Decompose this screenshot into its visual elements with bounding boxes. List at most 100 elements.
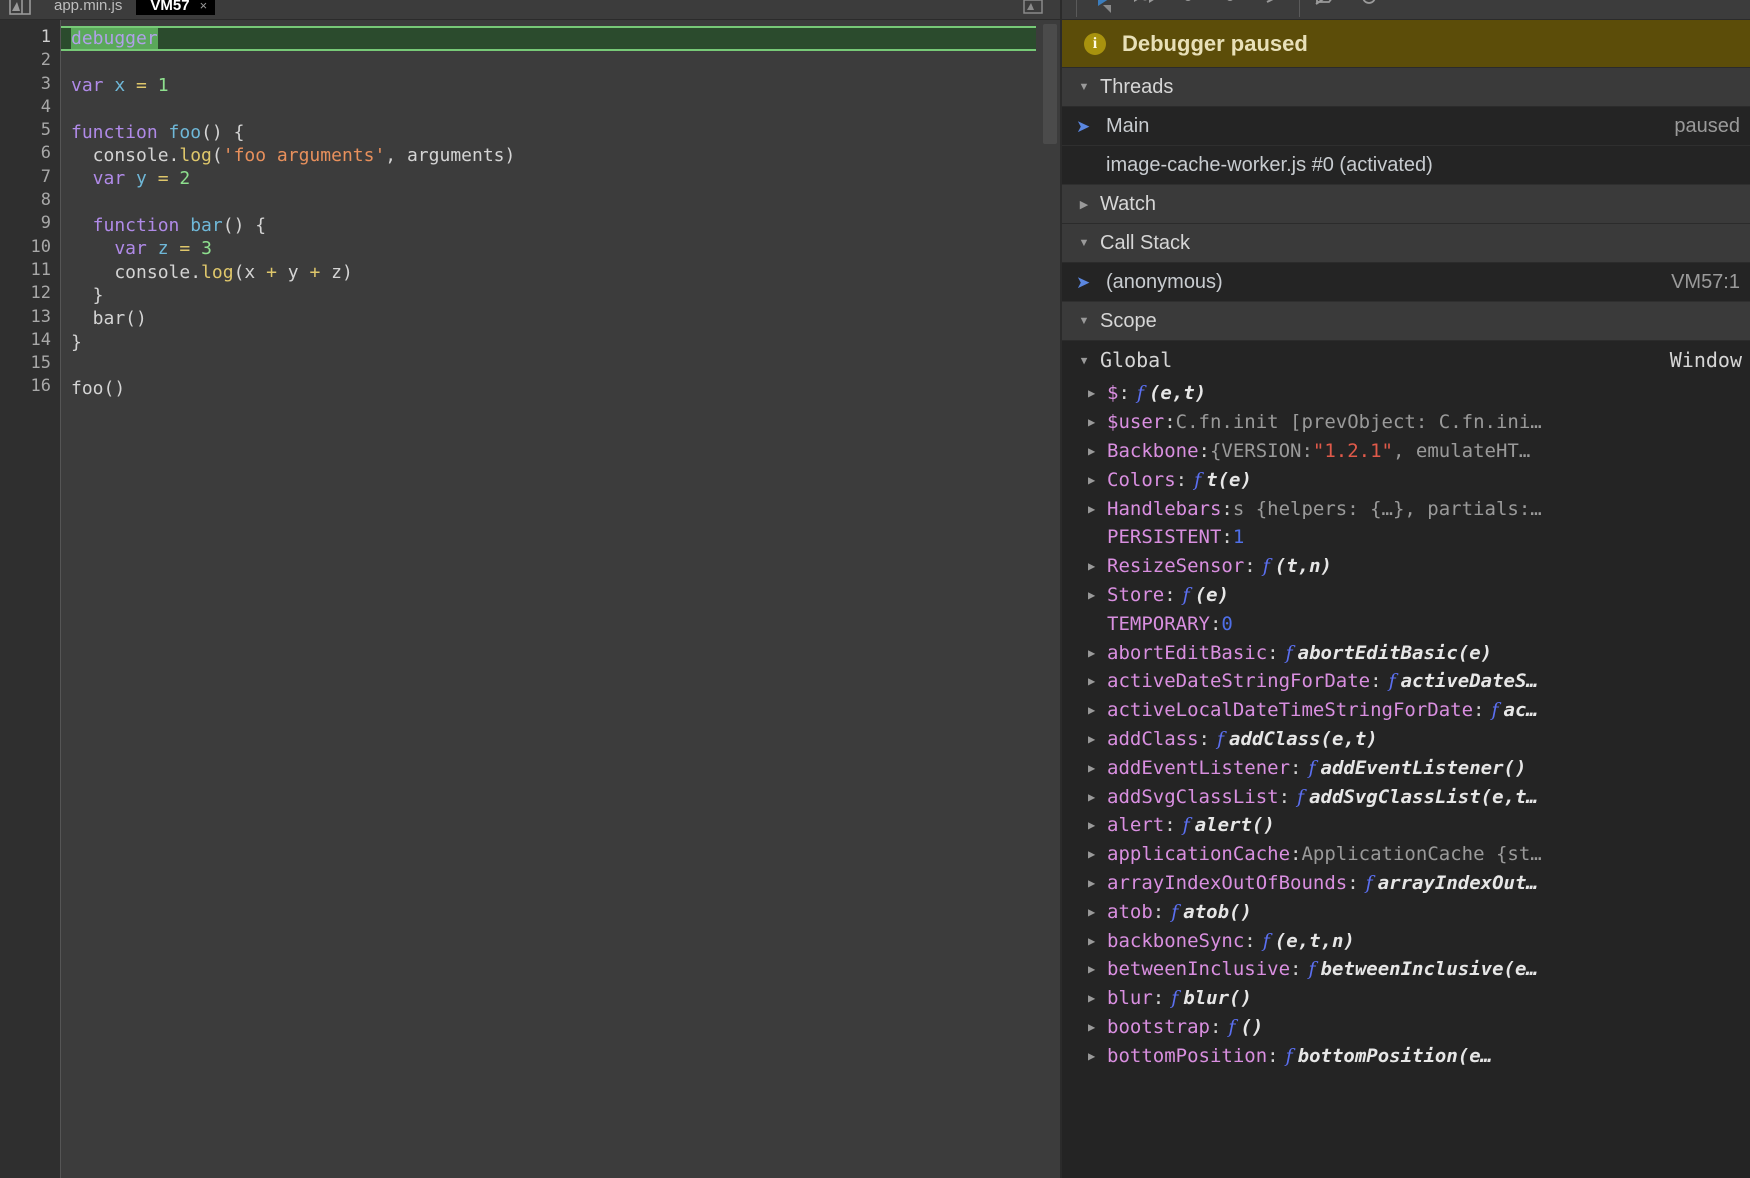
resume-script-execution-icon[interactable] (1083, 0, 1125, 13)
line-number[interactable]: 7 (0, 166, 60, 189)
tab-app-min-js[interactable]: app.min.js (40, 0, 136, 15)
section-watch[interactable]: ▶ Watch (1062, 185, 1750, 224)
panel-layout-icon[interactable] (0, 0, 40, 19)
code-line[interactable]: } (61, 331, 1060, 354)
line-number[interactable]: 4 (0, 96, 60, 119)
code-line[interactable]: bar() (61, 307, 1060, 330)
scope-property-row[interactable]: ▶activeLocalDateTimeStringForDate:fac… (1062, 696, 1750, 725)
scope-property-row[interactable]: ▶addClass:faddClass(e,t) (1062, 725, 1750, 754)
pause-on-exceptions-icon[interactable] (1348, 0, 1390, 13)
scope-property-row[interactable]: ▶Backbone: {VERSION: "1.2.1", emulateHT… (1062, 437, 1750, 466)
scope-property-row[interactable]: ▶TEMPORARY: 0 (1062, 609, 1750, 638)
deactivate-breakpoints-icon[interactable] (1306, 0, 1348, 13)
chevron-right-icon[interactable]: ▶ (1088, 819, 1102, 831)
step-icon[interactable] (1251, 0, 1293, 13)
line-number[interactable]: 2 (0, 49, 60, 72)
chevron-right-icon[interactable]: ▶ (1088, 1050, 1102, 1062)
chevron-right-icon[interactable]: ▶ (1088, 992, 1102, 1004)
line-number[interactable]: 8 (0, 189, 60, 212)
code-line[interactable]: function bar() { (61, 214, 1060, 237)
scope-property-row[interactable]: ▶addEventListener:faddEventListener() (1062, 753, 1750, 782)
chevron-right-icon[interactable]: ▶ (1088, 647, 1102, 659)
section-scope[interactable]: ▼ Scope (1062, 302, 1750, 341)
line-number[interactable]: 15 (0, 352, 60, 375)
line-number[interactable]: 1 (0, 26, 60, 49)
close-icon[interactable]: × (200, 0, 208, 13)
chevron-right-icon[interactable]: ▶ (1088, 704, 1102, 716)
code-line[interactable]: var x = 1 (61, 74, 1060, 97)
scope-property-row[interactable]: ▶Store:f(e) (1062, 581, 1750, 610)
code-line[interactable] (61, 354, 1060, 377)
scope-property-row[interactable]: ▶$:f(e,t) (1062, 379, 1750, 408)
chevron-right-icon[interactable]: ▶ (1088, 906, 1102, 918)
scope-property-row[interactable]: ▶Colors:ft(e) (1062, 465, 1750, 494)
scope-property-row[interactable]: ▶alert:falert() (1062, 811, 1750, 840)
line-number-gutter[interactable]: 12345678910111213141516 (0, 20, 60, 1178)
code-line[interactable]: var z = 3 (61, 237, 1060, 260)
section-call-stack[interactable]: ▼ Call Stack (1062, 224, 1750, 263)
code-line-executing[interactable]: debugger (61, 26, 1060, 51)
chevron-right-icon[interactable]: ▶ (1088, 445, 1102, 457)
chevron-right-icon[interactable]: ▶ (1088, 1021, 1102, 1033)
scope-property-list[interactable]: ▶$:f(e,t)▶$user: C.fn.init [prevObject: … (1062, 379, 1750, 1070)
line-number[interactable]: 9 (0, 212, 60, 235)
code-line[interactable] (61, 51, 1060, 74)
line-number[interactable]: 16 (0, 375, 60, 398)
line-number[interactable]: 6 (0, 142, 60, 165)
scope-property-row[interactable]: ▶PERSISTENT: 1 (1062, 523, 1750, 552)
scope-property-row[interactable]: ▶activeDateStringForDate:factiveDateS… (1062, 667, 1750, 696)
line-number[interactable]: 10 (0, 236, 60, 259)
more-tabs-icon[interactable] (1020, 0, 1046, 16)
scope-property-row[interactable]: ▶bootstrap:f() (1062, 1013, 1750, 1042)
line-number[interactable]: 14 (0, 329, 60, 352)
chevron-right-icon[interactable]: ▶ (1088, 733, 1102, 745)
scope-property-row[interactable]: ▶ResizeSensor:f(t,n) (1062, 552, 1750, 581)
step-over-next-function-call-icon[interactable] (1125, 0, 1167, 13)
scope-property-row[interactable]: ▶Handlebars: s {helpers: {…}, partials:… (1062, 494, 1750, 523)
scope-property-row[interactable]: ▶arrayIndexOutOfBounds:farrayIndexOut… (1062, 869, 1750, 898)
chevron-right-icon[interactable]: ▶ (1088, 675, 1102, 687)
scope-property-row[interactable]: ▶backboneSync:f(e,t,n) (1062, 926, 1750, 955)
scope-property-row[interactable]: ▶betweenInclusive:fbetweenInclusive(e… (1062, 955, 1750, 984)
scope-property-row[interactable]: ▶bottomPosition:fbottomPosition(e… (1062, 1041, 1750, 1070)
code-line[interactable] (61, 98, 1060, 121)
scope-property-row[interactable]: ▶addSvgClassList:faddSvgClassList(e,t… (1062, 782, 1750, 811)
chevron-right-icon[interactable]: ▶ (1088, 560, 1102, 572)
call-stack-frame[interactable]: ➤ (anonymous) VM57:1 (1062, 263, 1750, 302)
chevron-right-icon[interactable]: ▶ (1088, 589, 1102, 601)
chevron-right-icon[interactable]: ▶ (1088, 877, 1102, 889)
chevron-right-icon[interactable]: ▶ (1088, 848, 1102, 860)
line-number[interactable]: 3 (0, 73, 60, 96)
chevron-right-icon[interactable]: ▶ (1088, 791, 1102, 803)
code-editor[interactable]: 12345678910111213141516 debugger var x =… (0, 20, 1060, 1178)
step-into-next-function-call-icon[interactable] (1167, 0, 1209, 13)
chevron-right-icon[interactable]: ▶ (1088, 935, 1102, 947)
code-line[interactable]: } (61, 284, 1060, 307)
scope-property-row[interactable]: ▶abortEditBasic:fabortEditBasic(e) (1062, 638, 1750, 667)
code-line[interactable]: foo() (61, 377, 1060, 400)
chevron-right-icon[interactable]: ▶ (1088, 503, 1102, 515)
chevron-right-icon[interactable]: ▶ (1088, 762, 1102, 774)
line-number[interactable]: 5 (0, 119, 60, 142)
section-threads[interactable]: ▼ Threads (1062, 68, 1750, 107)
chevron-right-icon[interactable]: ▶ (1088, 474, 1102, 486)
scope-property-row[interactable]: ▶atob:fatob() (1062, 897, 1750, 926)
code-line[interactable]: console.log(x + y + z) (61, 261, 1060, 284)
thread-row-main[interactable]: ➤ Main paused (1062, 107, 1750, 146)
code-line[interactable]: console.log('foo arguments', arguments) (61, 144, 1060, 167)
chevron-right-icon[interactable]: ▶ (1088, 387, 1102, 399)
chevron-right-icon[interactable]: ▶ (1088, 416, 1102, 428)
editor-scrollbar-thumb[interactable] (1043, 24, 1057, 144)
line-number[interactable]: 12 (0, 282, 60, 305)
code-line[interactable]: function foo() { (61, 121, 1060, 144)
code-content[interactable]: debugger var x = 1 function foo() { cons… (60, 20, 1060, 1178)
line-number[interactable]: 13 (0, 306, 60, 329)
thread-row-worker[interactable]: image-cache-worker.js #0 (activated) (1062, 146, 1750, 185)
scope-property-row[interactable]: ▶$user: C.fn.init [prevObject: C.fn.ini… (1062, 408, 1750, 437)
tab-vm57[interactable]: VM57 × (136, 0, 215, 15)
scope-property-row[interactable]: ▶blur:fblur() (1062, 984, 1750, 1013)
editor-scrollbar-track[interactable] (1036, 20, 1060, 1178)
code-line[interactable]: var y = 2 (61, 167, 1060, 190)
step-out-of-current-function-icon[interactable] (1209, 0, 1251, 13)
line-number[interactable]: 11 (0, 259, 60, 282)
